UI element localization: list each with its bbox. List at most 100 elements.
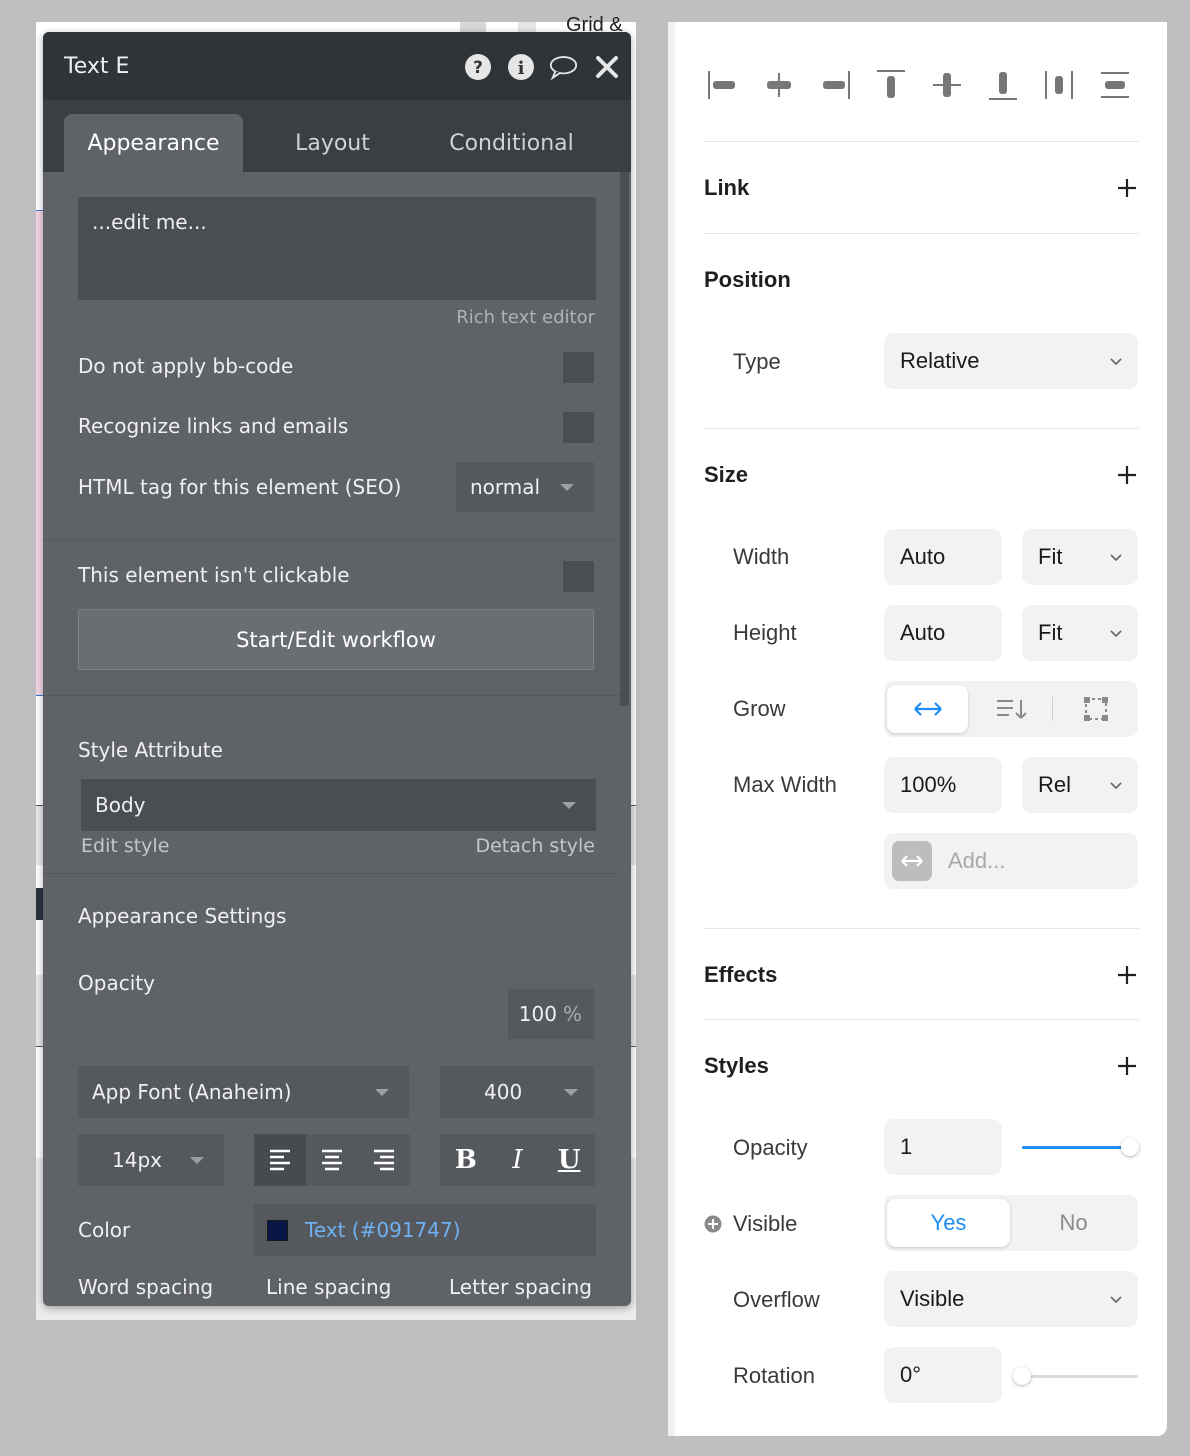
underline-button[interactable]: U [543, 1134, 595, 1186]
color-picker[interactable]: Text (#091747) [254, 1204, 596, 1256]
font-size-select[interactable]: 14px [78, 1134, 224, 1186]
chevron-down-icon [375, 1089, 389, 1096]
comment-icon[interactable] [549, 52, 578, 81]
align-horizontal-center-icon[interactable] [760, 62, 798, 108]
grow-vertical-icon[interactable] [984, 685, 1040, 733]
visible-no-button[interactable]: No [1012, 1199, 1135, 1247]
chevron-down-icon [1110, 358, 1122, 366]
chevron-down-icon [1110, 630, 1122, 638]
font-family-select[interactable]: App Font (Anaheim) [78, 1066, 409, 1118]
align-top-edge-icon[interactable] [872, 62, 910, 108]
styles-section-title: Styles [704, 1053, 769, 1078]
size-section-title: Size [704, 462, 749, 487]
close-icon[interactable] [592, 52, 621, 81]
align-right-icon[interactable] [358, 1134, 410, 1186]
rotation-slider-knob[interactable] [1013, 1367, 1031, 1385]
add-size-icon[interactable] [1117, 465, 1137, 485]
overflow-value: Visible [900, 1286, 965, 1311]
opacity-value: 100 [518, 1002, 557, 1026]
visible-yes-button[interactable]: Yes [887, 1199, 1010, 1247]
opacity-input[interactable]: 1 [884, 1119, 1002, 1175]
align-right-edge-icon[interactable] [816, 62, 854, 108]
align-vertical-center-icon[interactable] [928, 62, 966, 108]
rotation-input[interactable]: 0° [884, 1347, 1002, 1403]
not-clickable-checkbox[interactable] [563, 561, 594, 592]
appearance-panel: ...edit me... Rich text editor Do not ap… [43, 172, 631, 1306]
tab-conditional[interactable]: Conditional [422, 114, 601, 172]
distribute-vertical-icon[interactable] [1096, 62, 1134, 108]
recognize-links-checkbox[interactable] [563, 412, 594, 443]
edit-style-link[interactable]: Edit style [81, 835, 169, 857]
font-weight-select[interactable]: 400 [440, 1066, 594, 1118]
opacity-slider-knob[interactable] [1121, 1138, 1139, 1156]
no-bbcode-checkbox[interactable] [563, 352, 594, 383]
grow-label: Grow [733, 696, 786, 721]
tab-layout[interactable]: Layout [243, 114, 422, 172]
add-style-icon[interactable] [1117, 1056, 1137, 1076]
align-center-icon[interactable] [306, 1134, 358, 1186]
property-editor-header[interactable]: Text E ? i [43, 32, 631, 100]
italic-button[interactable]: I [492, 1134, 544, 1186]
opacity-input[interactable]: 100 % [508, 989, 594, 1039]
align-left-edge-icon[interactable] [704, 62, 742, 108]
canvas-element [460, 22, 486, 32]
element-name[interactable]: Text E [64, 54, 129, 79]
height-input[interactable]: Auto [884, 605, 1002, 661]
html-tag-value: normal [470, 475, 541, 499]
height-mode-select[interactable]: Fit [1022, 605, 1138, 661]
add-effect-icon[interactable] [1117, 965, 1137, 985]
opacity-slider-fill [1022, 1146, 1130, 1149]
width-label: Width [733, 544, 790, 569]
chevron-down-icon [564, 1089, 578, 1096]
add-link-icon[interactable] [1117, 178, 1137, 198]
distribute-horizontal-icon[interactable] [1040, 62, 1078, 108]
chevron-down-icon [560, 484, 574, 491]
info-icon[interactable]: i [506, 52, 535, 81]
property-tabs: Appearance Layout Conditional [43, 100, 631, 172]
add-size-constraint[interactable]: Add... [884, 833, 1138, 889]
rich-text-editor-link[interactable]: Rich text editor [456, 307, 595, 328]
overflow-label: Overflow [733, 1287, 820, 1312]
tab-appearance[interactable]: Appearance [64, 114, 243, 172]
html-tag-select[interactable]: normal [456, 462, 594, 512]
grow-horizontal-icon[interactable] [887, 685, 968, 733]
position-type-select[interactable]: Relative [884, 333, 1138, 389]
overflow-select[interactable]: Visible [884, 1271, 1138, 1327]
style-select[interactable]: Body [81, 779, 596, 831]
height-mode-value: Fit [1038, 620, 1063, 645]
word-spacing-label: Word spacing [78, 1275, 214, 1299]
max-width-input[interactable]: 100% [884, 757, 1002, 813]
align-bottom-edge-icon[interactable] [984, 62, 1022, 108]
rotation-slider[interactable] [1013, 1367, 1138, 1385]
divider [43, 695, 620, 696]
properties-panel: Link Position Type Relative Size Width A… [668, 22, 1167, 1436]
add-placeholder: Add... [948, 848, 1006, 873]
help-icon[interactable]: ? [463, 52, 492, 81]
detach-style-link[interactable]: Detach style [475, 835, 595, 857]
start-edit-workflow-button[interactable]: Start/Edit workflow [78, 609, 594, 670]
rotation-label: Rotation [733, 1363, 815, 1388]
height-label: Height [733, 620, 797, 645]
divider [704, 1019, 1139, 1020]
style-attribute-label: Style Attribute [78, 738, 223, 762]
visible-toggle: Yes No [884, 1195, 1138, 1251]
scrollbar[interactable] [620, 172, 629, 706]
no-bbcode-label: Do not apply bb-code [78, 354, 294, 378]
font-family-value: App Font (Anaheim) [92, 1080, 292, 1104]
rich-text-input[interactable]: ...edit me... [78, 197, 596, 300]
grow-both-icon[interactable] [1068, 685, 1124, 733]
bold-button[interactable]: B [440, 1134, 492, 1186]
color-value: Text (#091747) [305, 1218, 461, 1242]
align-left-icon[interactable] [254, 1134, 306, 1186]
width-input[interactable]: Auto [884, 529, 1002, 585]
add-condition-icon[interactable] [704, 1215, 722, 1233]
max-width-mode-select[interactable]: Rel [1022, 757, 1138, 813]
width-mode-select[interactable]: Fit [1022, 529, 1138, 585]
opacity-slider[interactable] [1022, 1138, 1139, 1156]
style-value: Body [95, 793, 146, 817]
effects-section-title: Effects [704, 962, 778, 987]
property-editor: Text E ? i Appearance Layout Conditional… [43, 32, 631, 1306]
divider [704, 928, 1139, 929]
chevron-down-icon [562, 802, 576, 809]
divider [704, 428, 1139, 429]
